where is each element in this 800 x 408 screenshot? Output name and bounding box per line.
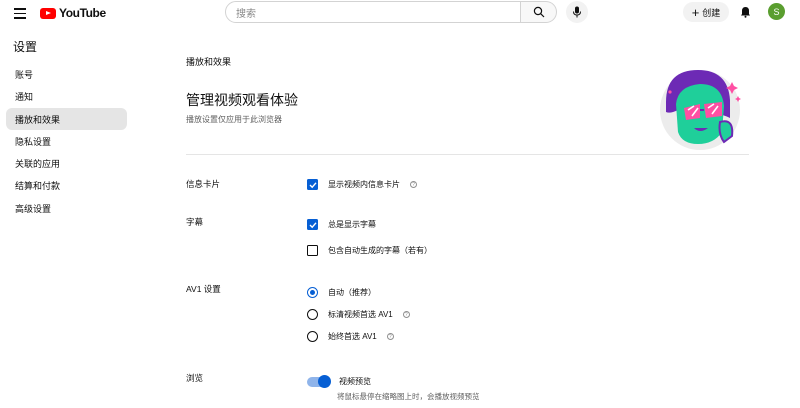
top-bar: YouTube 搜索 + 创建 S (0, 0, 800, 26)
sidebar-item-privacy[interactable]: 隐私设置 (6, 130, 127, 152)
browse-label: 浏览 (186, 373, 204, 383)
create-button[interactable]: + 创建 (683, 2, 729, 22)
notifications-button[interactable] (736, 3, 754, 21)
section-divider (186, 154, 749, 155)
info-cards-option-label: 显示视频内信息卡片 (328, 180, 400, 189)
mic-icon (573, 6, 581, 18)
sidebar-item-label: 高级设置 (15, 203, 52, 214)
settings-sidebar: 设置 账号 通知 播放和效果 隐私设置 关联的应用 结算和付款 高级设置 (0, 26, 132, 408)
avatar[interactable]: S (768, 3, 785, 20)
captions-option-label: 总是显示字幕 (328, 220, 376, 229)
youtube-logo[interactable]: YouTube (40, 6, 106, 20)
sidebar-item-label: 通知 (15, 91, 34, 102)
page-subtitle: 播放设置仅应用于此浏览器 (186, 115, 282, 124)
help-icon[interactable]: ? (402, 311, 410, 318)
av1-option-sd: 标清视频首选 AV1 ? (307, 309, 410, 320)
logo-text: YouTube (59, 6, 106, 20)
sidebar-title: 设置 (13, 40, 38, 54)
bell-icon (740, 7, 750, 18)
sidebar-item-label: 结算和付款 (15, 180, 61, 191)
sidebar-item-advanced[interactable]: 高级设置 (6, 197, 127, 219)
always-show-captions-checkbox[interactable] (307, 219, 318, 230)
create-label: 创建 (702, 7, 721, 18)
av1-option-auto: 自动（推荐） (307, 287, 376, 298)
video-preview-row: 视频预览 (307, 375, 371, 388)
menu-icon[interactable] (12, 4, 30, 22)
video-preview-description: 将鼠标悬停在缩略图上时，会播放视频预览 (337, 392, 480, 401)
av1-sd-radio[interactable] (307, 309, 318, 320)
checkmark-icon (309, 221, 317, 228)
search-input[interactable]: 搜索 (225, 1, 521, 23)
captions-label: 字幕 (186, 217, 204, 227)
av1-option-label: 自动（推荐） (328, 288, 376, 297)
captions-option-auto: 包含自动生成的字幕（若有） (307, 245, 432, 256)
sidebar-item-label: 账号 (15, 69, 34, 80)
av1-option-label: 标清视频首选 AV1 (328, 310, 393, 319)
search-icon (533, 6, 544, 18)
av1-label: AV1 设置 (186, 284, 221, 294)
page-title: 管理视频观看体验 (186, 92, 298, 108)
viewer-illustration-icon (660, 70, 741, 150)
av1-option-label: 始终首选 AV1 (328, 332, 377, 341)
av1-option-always: 始终首选 AV1 ? (307, 331, 394, 342)
voice-search-button[interactable] (566, 1, 588, 23)
captions-option-label: 包含自动生成的字幕（若有） (328, 246, 432, 255)
sidebar-item-label: 播放和效果 (15, 114, 61, 125)
video-preview-toggle[interactable] (307, 375, 331, 388)
plus-icon: + (691, 4, 700, 20)
sidebar-item-notifications[interactable]: 通知 (6, 85, 127, 107)
checkmark-icon (309, 181, 317, 188)
info-cards-checkbox[interactable] (307, 179, 318, 190)
captions-option-always: 总是显示字幕 (307, 219, 376, 230)
sidebar-item-label: 关联的应用 (15, 158, 61, 169)
auto-generated-captions-checkbox[interactable] (307, 245, 318, 256)
av1-always-radio[interactable] (307, 331, 318, 342)
help-icon[interactable]: ? (410, 181, 417, 188)
sidebar-item-account[interactable]: 账号 (6, 63, 127, 85)
settings-content: 播放和效果 管理视频观看体验 播放设置仅应用于此浏览器 信息卡片 显示视频内信息… (186, 26, 756, 408)
video-preview-label: 视频预览 (339, 377, 371, 386)
search-button[interactable] (521, 1, 557, 23)
sidebar-item-billing[interactable]: 结算和付款 (6, 174, 127, 196)
info-cards-option: 显示视频内信息卡片 ? (307, 179, 417, 190)
help-icon[interactable]: ? (386, 333, 394, 340)
sidebar-item-connected-apps[interactable]: 关联的应用 (6, 152, 127, 174)
youtube-logo-icon (40, 7, 56, 19)
sidebar-item-playback[interactable]: 播放和效果 (6, 108, 127, 130)
sidebar-item-label: 隐私设置 (15, 136, 52, 147)
info-cards-label: 信息卡片 (186, 179, 221, 189)
av1-auto-radio[interactable] (307, 287, 318, 298)
section-breadcrumb: 播放和效果 (186, 57, 232, 67)
